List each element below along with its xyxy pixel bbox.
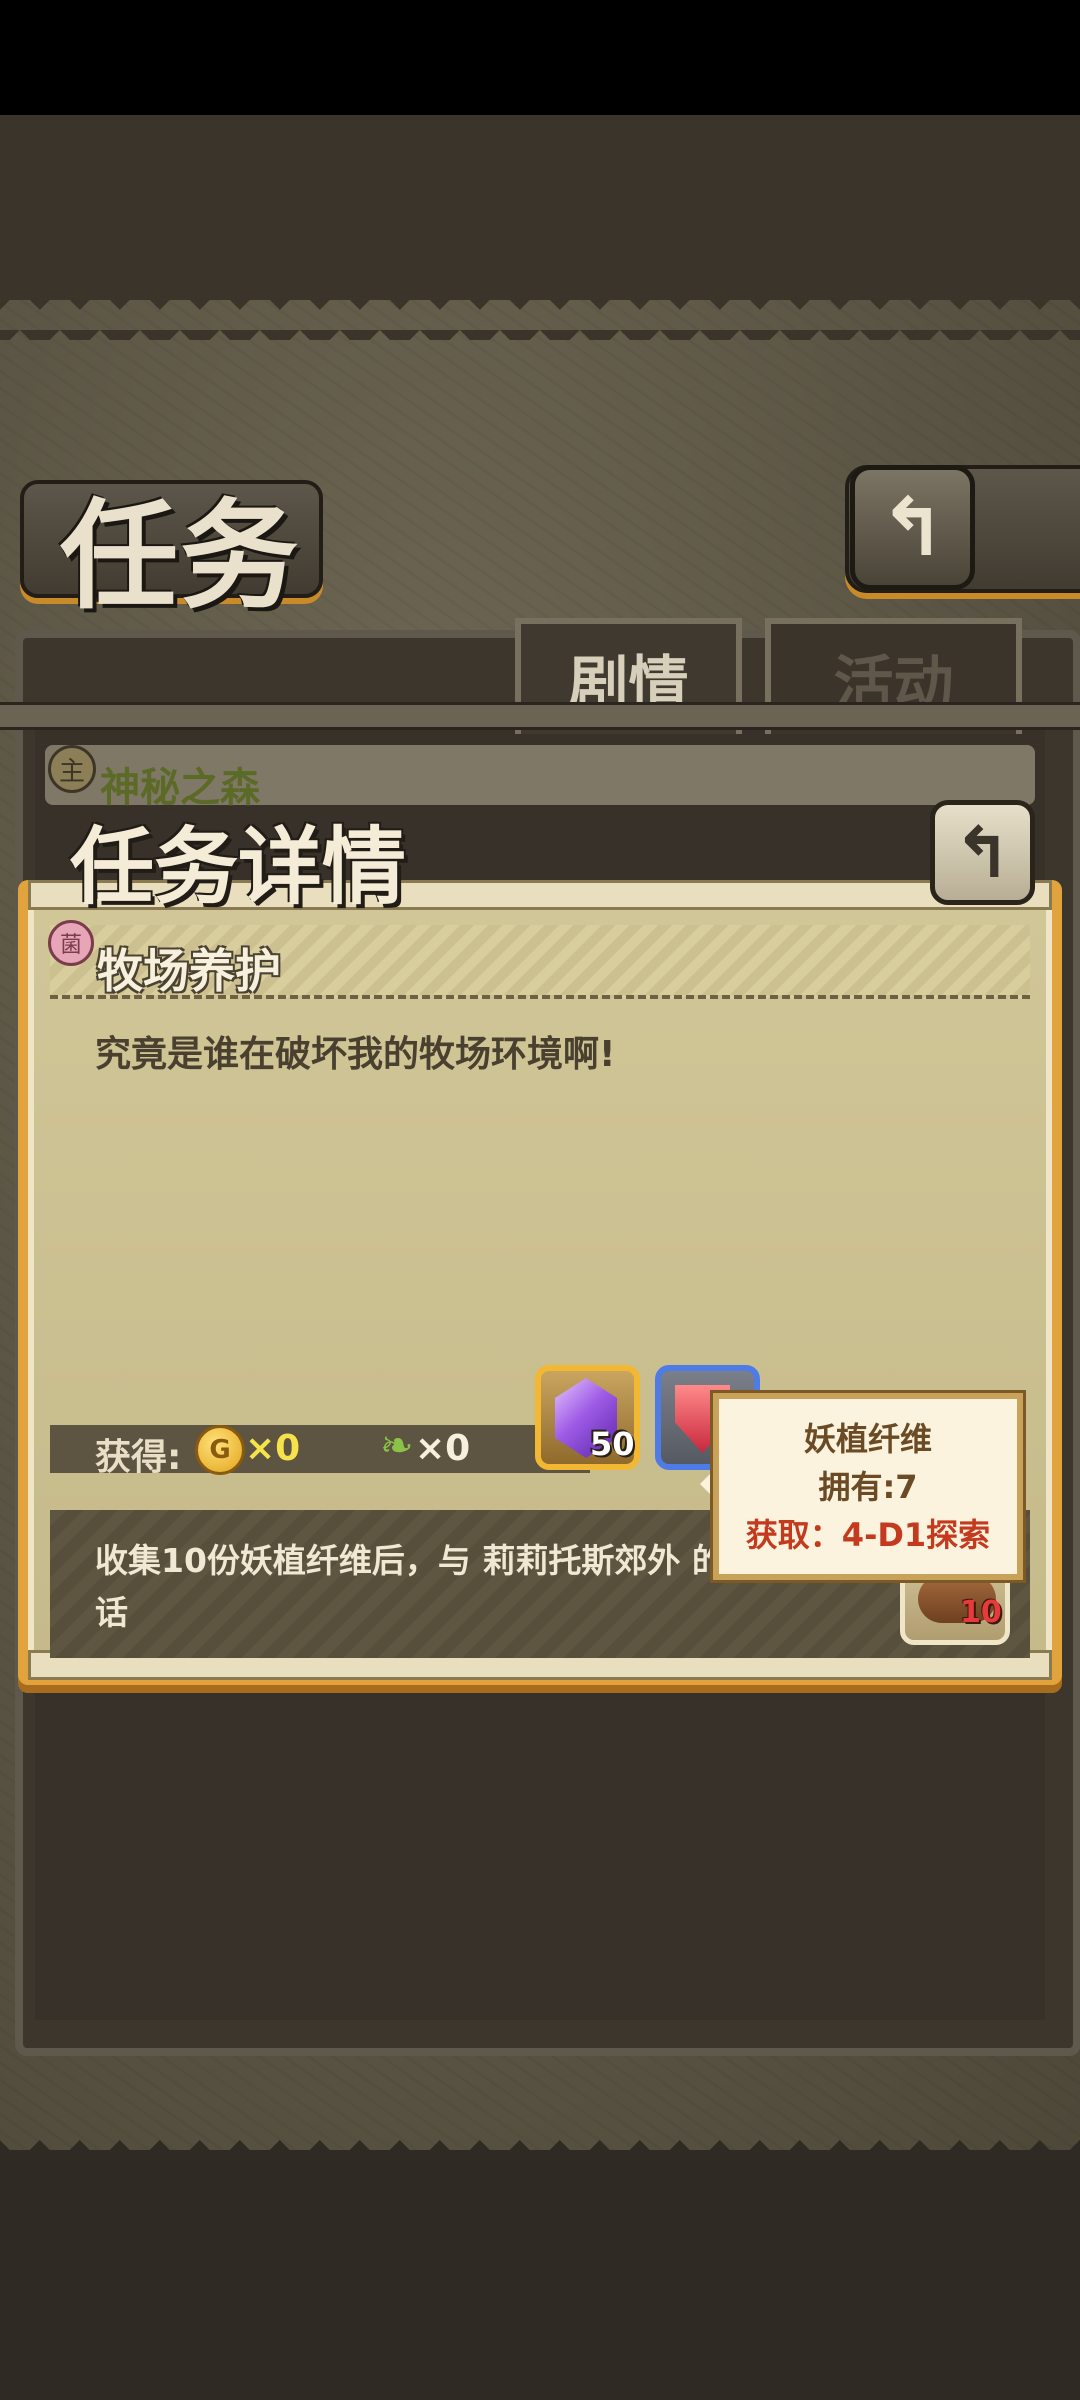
feather-icon: ❧ [380,1423,414,1469]
lower-background [0,2150,1080,2400]
tooltip-item-name: 妖植纤维 [803,1419,932,1458]
required-item-count: 10 [960,1595,1002,1630]
detail-title: 任务详情 [70,817,407,916]
feather-amount: ×0 [415,1428,471,1469]
back-icon: ↰ [953,811,1012,894]
quest-description: 究竟是谁在破坏我的牧场环境啊! [95,1034,616,1075]
tab-rail [0,702,1080,730]
tooltip-owned: 拥有:7 [818,1467,918,1506]
side-quest-badge: 菌 [48,920,94,966]
page-title: 任务 [60,486,301,625]
main-quest-badge: 主 [48,745,96,793]
crystal-count: 50 [590,1425,635,1463]
status-bar [0,0,1080,115]
detail-close-button[interactable]: ↰ [930,800,1035,905]
gold-amount: ×0 [245,1428,301,1469]
quest-objective: 收集10份妖植纤维后，与 莉莉托斯郊外 的话 [95,1541,725,1632]
upper-background [0,115,1080,300]
tooltip-source: 获取：4-D1探索 [745,1515,991,1554]
item-tooltip: 妖植纤维 拥有:7 获取：4-D1探索 [713,1393,1023,1580]
back-button[interactable]: ↰ [850,465,975,590]
reward-label: 获得: [95,1437,182,1478]
back-icon: ↰ [878,481,947,574]
tooltip-arrow [700,1470,714,1498]
torn-edge-top [0,290,1080,340]
quest-name: 牧场养护 [97,944,281,998]
gold-coin-icon: G [195,1425,245,1475]
torn-edge-bottom [0,2120,1080,2160]
